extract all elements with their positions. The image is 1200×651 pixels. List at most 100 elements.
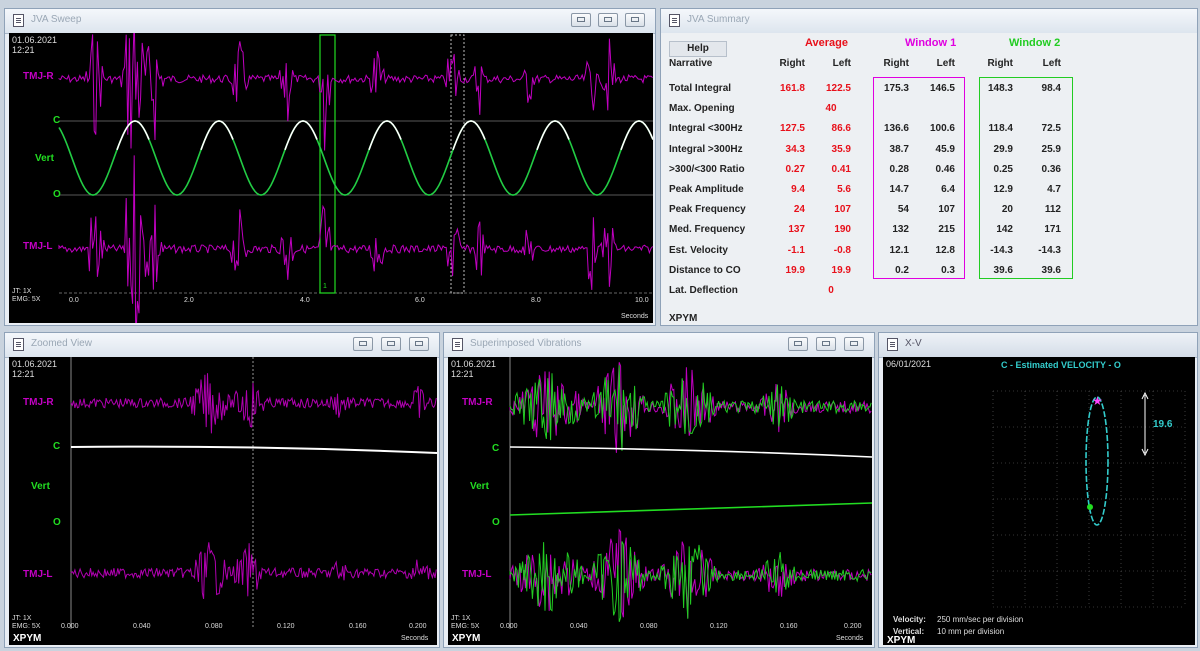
- vert-peak: [116, 120, 150, 151]
- jt-gain: JT: 1X: [451, 615, 471, 622]
- column-header: Right: [883, 58, 909, 69]
- close-button[interactable]: [844, 337, 864, 351]
- x-tick: 8.0: [531, 297, 541, 304]
- restore-button[interactable]: [598, 13, 618, 27]
- window-2-box: [979, 77, 1073, 279]
- sweep-plot[interactable]: 01.06.2021 12:21 TMJ-R C Vert O TMJ-L JT…: [9, 33, 653, 323]
- sweep-window: JVA Sweep 01.06.2021 12:21 TMJ-R C Vert …: [4, 8, 656, 326]
- x-tick: 0.200: [844, 623, 862, 630]
- table-cell: 137: [788, 224, 805, 236]
- table-cell: 19.9: [831, 264, 851, 276]
- x-tick: 0.080: [640, 623, 658, 630]
- zoomed-titlebar[interactable]: Zoomed View: [5, 333, 439, 358]
- xv-window: X-V ★ 06/01/2021 C - Estimated VELOCITY …: [878, 332, 1198, 648]
- summary-titlebar[interactable]: JVA Summary: [661, 9, 1197, 34]
- sup-footer: XPYM: [452, 633, 481, 644]
- vert-peak: [620, 120, 653, 151]
- tmj-r-label: TMJ-R: [462, 397, 493, 408]
- sweep-time: 12:21: [12, 45, 35, 55]
- restore-button[interactable]: [816, 337, 836, 351]
- group-window-2: Window 2: [1009, 37, 1061, 49]
- summary-window: JVA Summary Help Narrative Average Windo…: [660, 8, 1198, 326]
- minimize-button[interactable]: [788, 337, 808, 351]
- table-cell: 19.9: [785, 264, 805, 276]
- x-tick: 0.200: [409, 623, 427, 630]
- narrative-link[interactable]: Narrative: [669, 58, 712, 69]
- superimposed-plot[interactable]: 01.06.2021 12:21 TMJ-R C Vert O TMJ-L JT…: [448, 357, 872, 645]
- help-button[interactable]: Help: [669, 41, 727, 57]
- sweep-traces: [58, 33, 653, 323]
- jt-gain: JT: 1X: [12, 615, 32, 622]
- table-cell: 40: [825, 103, 837, 115]
- row-label: Max. Opening: [669, 103, 735, 115]
- group-average: Average: [805, 37, 849, 49]
- row-label: Est. Velocity: [669, 244, 728, 256]
- column-header: Left: [1042, 58, 1061, 69]
- x-tick: 0.160: [349, 623, 367, 630]
- x-tick: 0.120: [277, 623, 295, 630]
- velocity-scale: 250 mm/sec per division: [937, 615, 1024, 624]
- minimize-button[interactable]: [571, 13, 591, 27]
- tmj-r-trace: [70, 373, 437, 434]
- x-units: Seconds: [836, 635, 864, 642]
- zoomed-window: Zoomed View 01.06.2021 12:21 TMJ-R C Ver…: [4, 332, 440, 648]
- close-button[interactable]: [625, 13, 645, 27]
- row-label: Total Integral: [669, 83, 732, 94]
- window-title: JVA Sweep: [31, 14, 82, 25]
- window-title: Zoomed View: [31, 338, 92, 349]
- vert-peak: [368, 120, 402, 151]
- velocity-value: 19.6: [1153, 419, 1173, 430]
- x-units: Seconds: [401, 635, 429, 642]
- tmj-l-trace: [58, 155, 653, 323]
- column-header: Left: [936, 58, 955, 69]
- table-cell: 190: [834, 224, 851, 236]
- x-tick: 0.160: [780, 623, 798, 630]
- vert-label: Vert: [31, 481, 50, 492]
- zoomed-plot[interactable]: 01.06.2021 12:21 TMJ-R C Vert O TMJ-L JT…: [9, 357, 437, 645]
- sweep-date: 01.06.2021: [12, 35, 58, 45]
- vertical-scale: 10 mm per division: [937, 627, 1005, 636]
- x-tick: 6.0: [415, 297, 425, 304]
- window-title: Superimposed Vibrations: [470, 338, 582, 349]
- row-label: Peak Amplitude: [669, 184, 744, 195]
- minimize-button[interactable]: [353, 337, 373, 351]
- window-title: X-V: [905, 338, 922, 349]
- window-1-box: [873, 77, 965, 279]
- table-cell: 127.5: [779, 123, 805, 135]
- x-tick: 0.080: [205, 623, 223, 630]
- column-header: Right: [779, 58, 805, 69]
- x-tick: 0.120: [710, 623, 728, 630]
- sweep-titlebar[interactable]: JVA Sweep: [5, 9, 655, 34]
- emg-gain: EMG: 5X: [12, 623, 41, 630]
- window-1-marker: [319, 34, 336, 294]
- superimposed-window: Superimposed Vibrations 01.06.2021 12:21…: [443, 332, 875, 648]
- vert-label: Vert: [470, 481, 489, 492]
- close-button[interactable]: [409, 337, 429, 351]
- superimposed-titlebar[interactable]: Superimposed Vibrations: [444, 333, 874, 358]
- tmj-r-label: TMJ-R: [23, 71, 54, 82]
- tmj-l-label: TMJ-L: [23, 241, 53, 252]
- tmj-r-label: TMJ-R: [23, 397, 54, 408]
- superimposed-traces: [509, 357, 872, 629]
- row-label: Med. Frequency: [669, 224, 746, 236]
- xv-plot[interactable]: ★ 06/01/2021 C - Estimated VELOCITY - O …: [883, 357, 1195, 645]
- c-label: C: [492, 443, 500, 454]
- vert-peak: [452, 120, 486, 151]
- document-icon: [887, 338, 898, 351]
- x-tick: 4.0: [300, 297, 310, 304]
- o-label: O: [53, 517, 61, 528]
- x-tick: 0.000: [500, 623, 518, 630]
- row-label: Integral >300Hz: [669, 143, 743, 155]
- row-label: Lat. Deflection: [669, 285, 738, 296]
- table-cell: 35.9: [831, 143, 851, 155]
- vert-trace: [58, 120, 653, 196]
- zoom-footer: XPYM: [13, 633, 42, 644]
- window-title: JVA Summary: [687, 14, 750, 25]
- x-units: Seconds: [621, 313, 649, 320]
- restore-button[interactable]: [381, 337, 401, 351]
- vert-peak: [284, 120, 318, 151]
- zoomed-traces: [70, 357, 437, 629]
- tmj-l-label: TMJ-L: [462, 569, 492, 580]
- xv-titlebar[interactable]: X-V: [879, 333, 1197, 358]
- jt-gain: JT: 1X: [12, 288, 32, 295]
